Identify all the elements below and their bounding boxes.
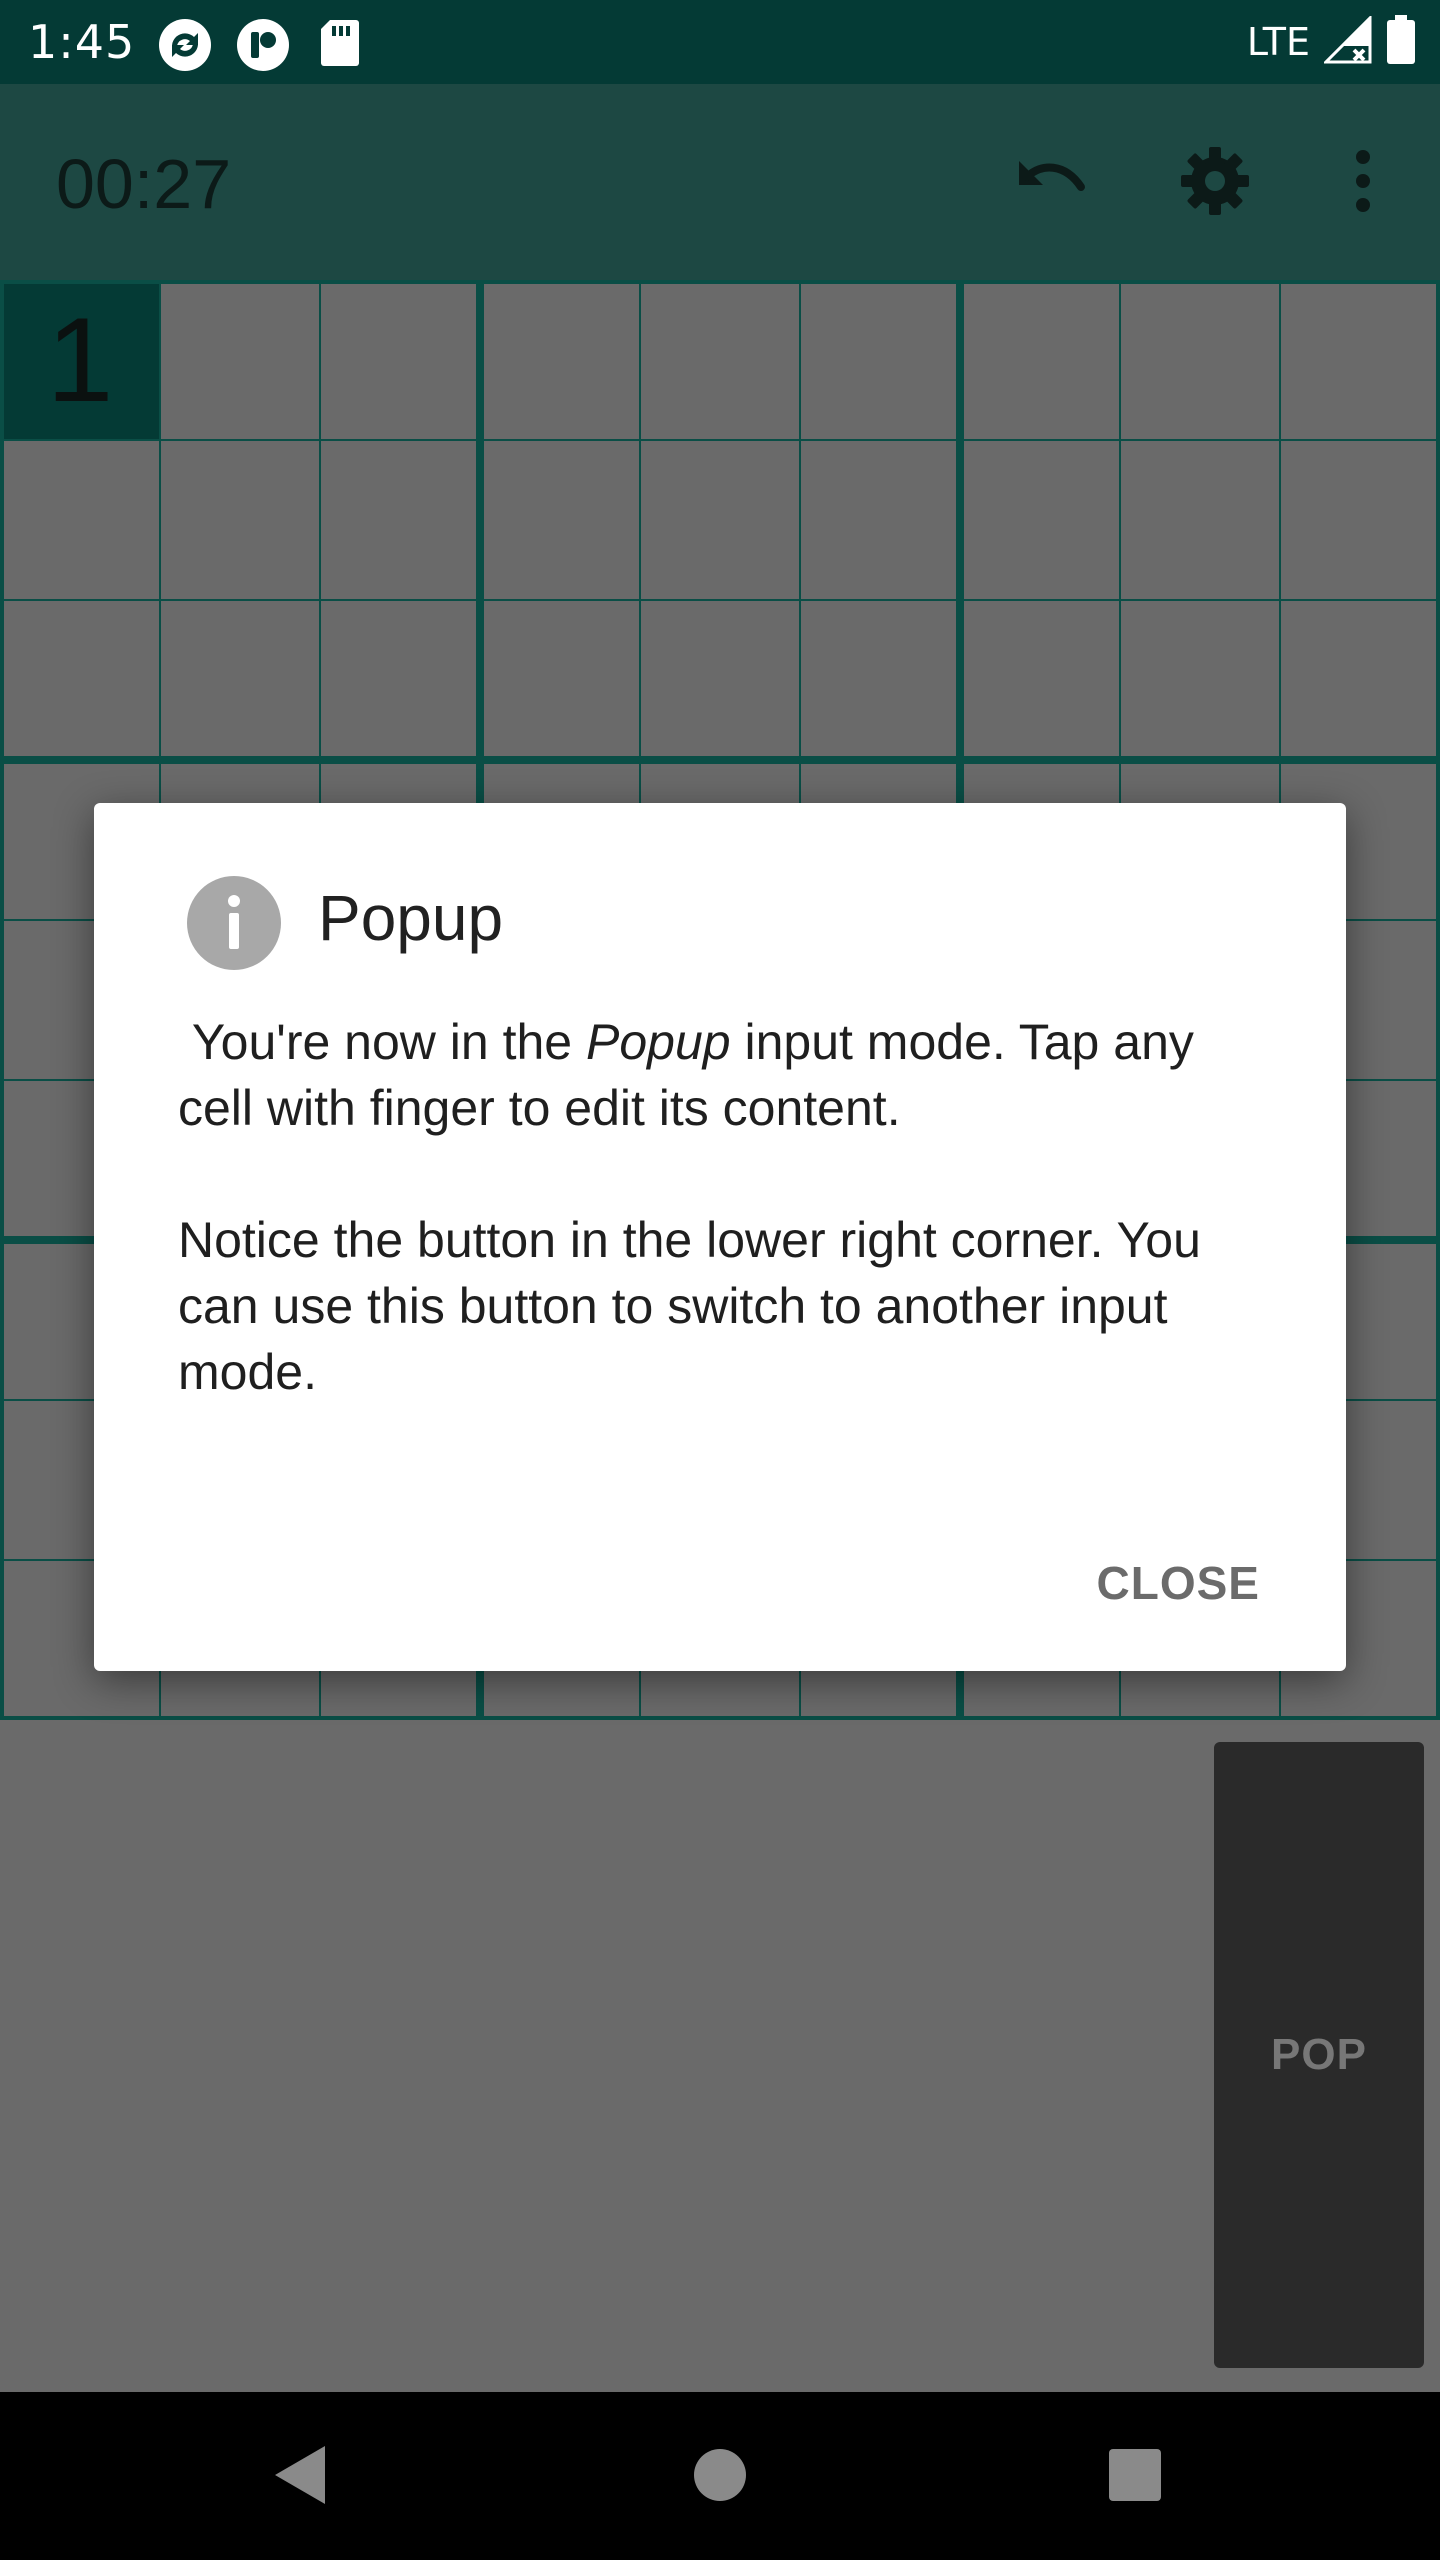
undo-button[interactable] [994, 128, 1104, 238]
network-type: LTE [1246, 20, 1310, 64]
undo-icon [1009, 151, 1089, 215]
grid-cell-r2c5[interactable] [641, 441, 799, 599]
close-button[interactable]: CLOSE [1081, 1543, 1276, 1623]
grid-cell-r2c8[interactable] [1121, 441, 1279, 599]
grid-cell-r1c4[interactable] [484, 284, 639, 439]
home-circle-icon [693, 2448, 747, 2506]
back-triangle-icon [269, 2442, 329, 2512]
input-mode-pop-button[interactable]: POP [1214, 1742, 1424, 2368]
info-icon [186, 875, 282, 975]
grid-cell-r2c2[interactable] [161, 441, 319, 599]
camera-app-icon [236, 18, 290, 76]
grid-cell-r2c3[interactable] [321, 441, 476, 599]
grid-cell-r3c3[interactable] [321, 601, 476, 756]
status-time: 1:45 [28, 15, 136, 69]
app-toolbar: 00:27 [0, 84, 1440, 280]
dialog-title: Popup [318, 882, 504, 954]
game-timer: 00:27 [56, 145, 232, 223]
sync-app-icon [158, 18, 212, 76]
status-right: LTE [1247, 14, 1416, 70]
grid-cell-r2c7[interactable] [964, 441, 1119, 599]
more-vert-icon [1353, 149, 1373, 217]
grid-cell-r3c5[interactable] [641, 601, 799, 756]
grid-cell-r2c1[interactable] [4, 441, 159, 599]
dialog-message-paragraph-2: Notice the button in the lower right cor… [178, 1212, 1201, 1400]
popup-info-dialog: Popup You're now in the Popup input mode… [94, 803, 1346, 1671]
grid-cell-r2c9[interactable] [1281, 441, 1436, 599]
grid-cell-r3c2[interactable] [161, 601, 319, 756]
settings-button[interactable] [1160, 128, 1270, 238]
grid-cell-r1c3[interactable] [321, 284, 476, 439]
system-nav-bar [0, 2392, 1440, 2560]
grid-cell-r3c9[interactable] [1281, 601, 1436, 756]
battery-icon [1386, 15, 1416, 69]
grid-cell-r1c5[interactable] [641, 284, 799, 439]
nav-back-button[interactable] [254, 2432, 344, 2522]
grid-cell-r1c7[interactable] [964, 284, 1119, 439]
grid-cell-r1c6[interactable] [801, 284, 956, 439]
grid-cell-r3c1[interactable] [4, 601, 159, 756]
signal-icon [1322, 14, 1372, 68]
grid-cell-r3c6[interactable] [801, 601, 956, 756]
more-menu-button[interactable] [1308, 128, 1418, 238]
nav-home-button[interactable] [675, 2432, 765, 2522]
grid-cell-r1c9[interactable] [1281, 284, 1436, 439]
message-text-start: You're now in the [178, 1014, 586, 1070]
recents-square-icon [1108, 2448, 1162, 2506]
cell-r1c1-value[interactable]: 1 [0, 280, 160, 440]
nav-recents-button[interactable] [1090, 2432, 1180, 2522]
grid-cell-r3c8[interactable] [1121, 601, 1279, 756]
grid-cell-r3c7[interactable] [964, 601, 1119, 756]
grid-cell-r1c2[interactable] [161, 284, 319, 439]
grid-cell-r1c8[interactable] [1121, 284, 1279, 439]
grid-cell-r3c4[interactable] [484, 601, 639, 756]
sd-card-icon [320, 18, 360, 72]
status-bar: 1:45 LTE [0, 0, 1440, 84]
dialog-message-paragraph-1: You're now in the Popup input mode. Tap … [178, 1009, 1278, 1141]
grid-cell-r2c6[interactable] [801, 441, 956, 599]
gear-icon [1179, 145, 1251, 221]
grid-cell-r2c4[interactable] [484, 441, 639, 599]
dialog-message: You're now in the Popup input mode. Tap … [178, 1009, 1278, 1405]
message-mode-name: Popup [586, 1014, 731, 1070]
